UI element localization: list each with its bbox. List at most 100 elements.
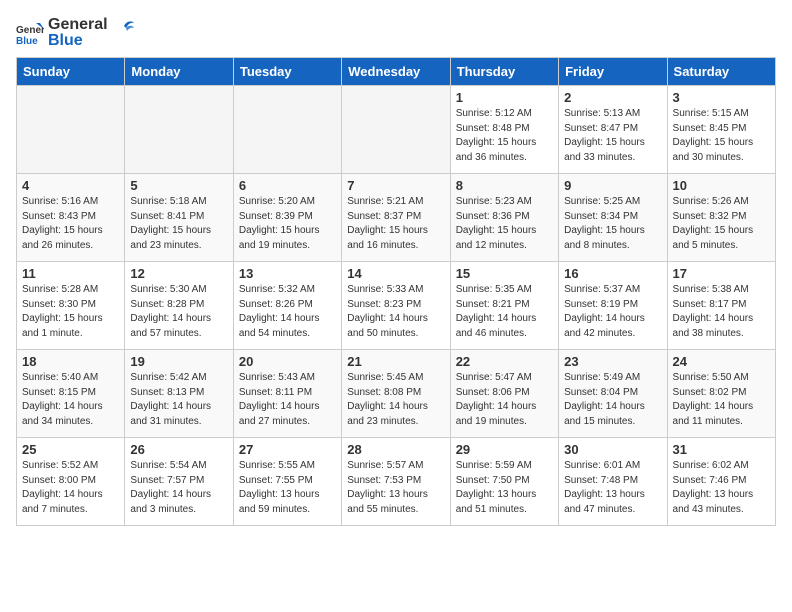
day-number: 28 — [347, 442, 444, 457]
day-info: Sunrise: 5:30 AM Sunset: 8:28 PM Dayligh… — [130, 283, 227, 341]
calendar-cell: 30 Sunrise: 6:01 AM Sunset: 7:48 PM Dayli… — [559, 438, 667, 526]
day-info: Sunrise: 5:35 AM Sunset: 8:21 PM Dayligh… — [456, 283, 553, 341]
calendar-cell: 24Sunrise: 5:50 AM Sunset: 8:02 PM Dayli… — [667, 350, 775, 438]
calendar-cell: 13 Sunrise: 5:32 AM Sunset: 8:26 PM Dayli… — [233, 262, 341, 350]
day-number: 8 — [456, 178, 553, 193]
day-number: 23 — [564, 354, 661, 369]
calendar-cell: 1Sunrise: 5:12 AM Sunset: 8:48 PM Daylig… — [450, 86, 558, 174]
day-info: Sunrise: 5:25 AM Sunset: 8:34 PM Dayligh… — [564, 195, 661, 253]
day-info: Sunrise: 5:45 AM Sunset: 8:08 PM Dayligh… — [347, 371, 444, 429]
calendar-cell: 20 Sunrise: 5:43 AM Sunset: 8:11 PM Dayli… — [233, 350, 341, 438]
day-number: 17 — [673, 266, 770, 281]
logo-general: General — [48, 16, 108, 34]
week-row-4: 18 Sunrise: 5:40 AM Sunset: 8:15 PM Dayli… — [17, 350, 776, 438]
calendar-cell: 27 Sunrise: 5:55 AM Sunset: 7:55 PM Dayli… — [233, 438, 341, 526]
day-info: Sunrise: 5:23 AM Sunset: 8:36 PM Dayligh… — [456, 195, 553, 253]
logo-icon: General Blue — [16, 19, 44, 47]
day-info: Sunrise: 5:33 AM Sunset: 8:23 PM Dayligh… — [347, 283, 444, 341]
calendar-cell: 3 Sunrise: 5:15 AM Sunset: 8:45 PM Daylig… — [667, 86, 775, 174]
calendar-cell: 17 Sunrise: 5:38 AM Sunset: 8:17 PM Dayli… — [667, 262, 775, 350]
day-number: 16 — [564, 266, 661, 281]
week-row-3: 11 Sunrise: 5:28 AM Sunset: 8:30 PM Dayli… — [17, 262, 776, 350]
day-number: 10 — [673, 178, 770, 193]
calendar-cell: 11 Sunrise: 5:28 AM Sunset: 8:30 PM Dayli… — [17, 262, 125, 350]
day-header-friday: Friday — [559, 58, 667, 86]
calendar-cell: 2Sunrise: 5:13 AM Sunset: 8:47 PM Daylig… — [559, 86, 667, 174]
calendar-cell: 12 Sunrise: 5:30 AM Sunset: 8:28 PM Dayli… — [125, 262, 233, 350]
calendar-cell — [342, 86, 450, 174]
day-info: Sunrise: 5:26 AM Sunset: 8:32 PM Dayligh… — [673, 195, 770, 253]
logo: General Blue General Blue — [16, 16, 134, 49]
calendar-cell — [125, 86, 233, 174]
week-row-2: 4Sunrise: 5:16 AM Sunset: 8:43 PM Daylig… — [17, 174, 776, 262]
calendar-cell: 19 Sunrise: 5:42 AM Sunset: 8:13 PM Dayli… — [125, 350, 233, 438]
day-info: Sunrise: 5:20 AM Sunset: 8:39 PM Dayligh… — [239, 195, 336, 253]
day-info: Sunrise: 6:01 AM Sunset: 7:48 PM Dayligh… — [564, 459, 661, 517]
day-info: Sunrise: 5:38 AM Sunset: 8:17 PM Dayligh… — [673, 283, 770, 341]
day-info: Sunrise: 5:42 AM Sunset: 8:13 PM Dayligh… — [130, 371, 227, 429]
day-info: Sunrise: 5:21 AM Sunset: 8:37 PM Dayligh… — [347, 195, 444, 253]
day-number: 31 — [673, 442, 770, 457]
calendar-cell: 5 Sunrise: 5:18 AM Sunset: 8:41 PM Daylig… — [125, 174, 233, 262]
day-number: 15 — [456, 266, 553, 281]
day-info: Sunrise: 5:32 AM Sunset: 8:26 PM Dayligh… — [239, 283, 336, 341]
calendar-cell: 6 Sunrise: 5:20 AM Sunset: 8:39 PM Daylig… — [233, 174, 341, 262]
day-info: Sunrise: 5:59 AM Sunset: 7:50 PM Dayligh… — [456, 459, 553, 517]
calendar-cell: 15 Sunrise: 5:35 AM Sunset: 8:21 PM Dayli… — [450, 262, 558, 350]
day-info: Sunrise: 5:55 AM Sunset: 7:55 PM Dayligh… — [239, 459, 336, 517]
header: General Blue General Blue — [16, 16, 776, 49]
day-header-sunday: Sunday — [17, 58, 125, 86]
day-number: 1 — [456, 90, 553, 105]
calendar-cell: 31Sunrise: 6:02 AM Sunset: 7:46 PM Dayli… — [667, 438, 775, 526]
day-number: 24 — [673, 354, 770, 369]
day-number: 18 — [22, 354, 119, 369]
day-number: 27 — [239, 442, 336, 457]
day-number: 30 — [564, 442, 661, 457]
day-info: Sunrise: 5:18 AM Sunset: 8:41 PM Dayligh… — [130, 195, 227, 253]
day-number: 25 — [22, 442, 119, 457]
day-number: 3 — [673, 90, 770, 105]
calendar-cell: 18 Sunrise: 5:40 AM Sunset: 8:15 PM Dayli… — [17, 350, 125, 438]
calendar-table: SundayMondayTuesdayWednesdayThursdayFrid… — [16, 57, 776, 526]
calendar-cell: 29 Sunrise: 5:59 AM Sunset: 7:50 PM Dayli… — [450, 438, 558, 526]
day-info: Sunrise: 5:28 AM Sunset: 8:30 PM Dayligh… — [22, 283, 119, 341]
calendar-cell: 9 Sunrise: 5:25 AM Sunset: 8:34 PM Daylig… — [559, 174, 667, 262]
day-number: 19 — [130, 354, 227, 369]
day-number: 20 — [239, 354, 336, 369]
day-number: 9 — [564, 178, 661, 193]
day-number: 12 — [130, 266, 227, 281]
calendar-cell: 7Sunrise: 5:21 AM Sunset: 8:37 PM Daylig… — [342, 174, 450, 262]
day-info: Sunrise: 5:43 AM Sunset: 8:11 PM Dayligh… — [239, 371, 336, 429]
day-header-thursday: Thursday — [450, 58, 558, 86]
day-info: Sunrise: 5:49 AM Sunset: 8:04 PM Dayligh… — [564, 371, 661, 429]
calendar-cell: 23 Sunrise: 5:49 AM Sunset: 8:04 PM Dayli… — [559, 350, 667, 438]
svg-text:General: General — [16, 25, 44, 36]
day-info: Sunrise: 5:15 AM Sunset: 8:45 PM Dayligh… — [673, 107, 770, 165]
day-header-wednesday: Wednesday — [342, 58, 450, 86]
day-number: 29 — [456, 442, 553, 457]
day-info: Sunrise: 5:40 AM Sunset: 8:15 PM Dayligh… — [22, 371, 119, 429]
day-header-row: SundayMondayTuesdayWednesdayThursdayFrid… — [17, 58, 776, 86]
calendar-cell: 21Sunrise: 5:45 AM Sunset: 8:08 PM Dayli… — [342, 350, 450, 438]
week-row-1: 1Sunrise: 5:12 AM Sunset: 8:48 PM Daylig… — [17, 86, 776, 174]
day-number: 11 — [22, 266, 119, 281]
calendar-cell — [17, 86, 125, 174]
day-info: Sunrise: 5:54 AM Sunset: 7:57 PM Dayligh… — [130, 459, 227, 517]
day-number: 22 — [456, 354, 553, 369]
calendar-cell: 10 Sunrise: 5:26 AM Sunset: 8:32 PM Dayli… — [667, 174, 775, 262]
day-number: 26 — [130, 442, 227, 457]
day-header-tuesday: Tuesday — [233, 58, 341, 86]
day-info: Sunrise: 5:13 AM Sunset: 8:47 PM Dayligh… — [564, 107, 661, 165]
calendar-cell — [233, 86, 341, 174]
day-number: 13 — [239, 266, 336, 281]
calendar-cell: 26 Sunrise: 5:54 AM Sunset: 7:57 PM Dayli… — [125, 438, 233, 526]
calendar-cell: 14 Sunrise: 5:33 AM Sunset: 8:23 PM Dayli… — [342, 262, 450, 350]
calendar-cell: 16 Sunrise: 5:37 AM Sunset: 8:19 PM Dayli… — [559, 262, 667, 350]
day-info: Sunrise: 5:37 AM Sunset: 8:19 PM Dayligh… — [564, 283, 661, 341]
logo-bird-icon — [114, 18, 134, 38]
day-number: 14 — [347, 266, 444, 281]
week-row-5: 25Sunrise: 5:52 AM Sunset: 8:00 PM Dayli… — [17, 438, 776, 526]
calendar-cell: 4Sunrise: 5:16 AM Sunset: 8:43 PM Daylig… — [17, 174, 125, 262]
day-number: 5 — [130, 178, 227, 193]
day-number: 6 — [239, 178, 336, 193]
